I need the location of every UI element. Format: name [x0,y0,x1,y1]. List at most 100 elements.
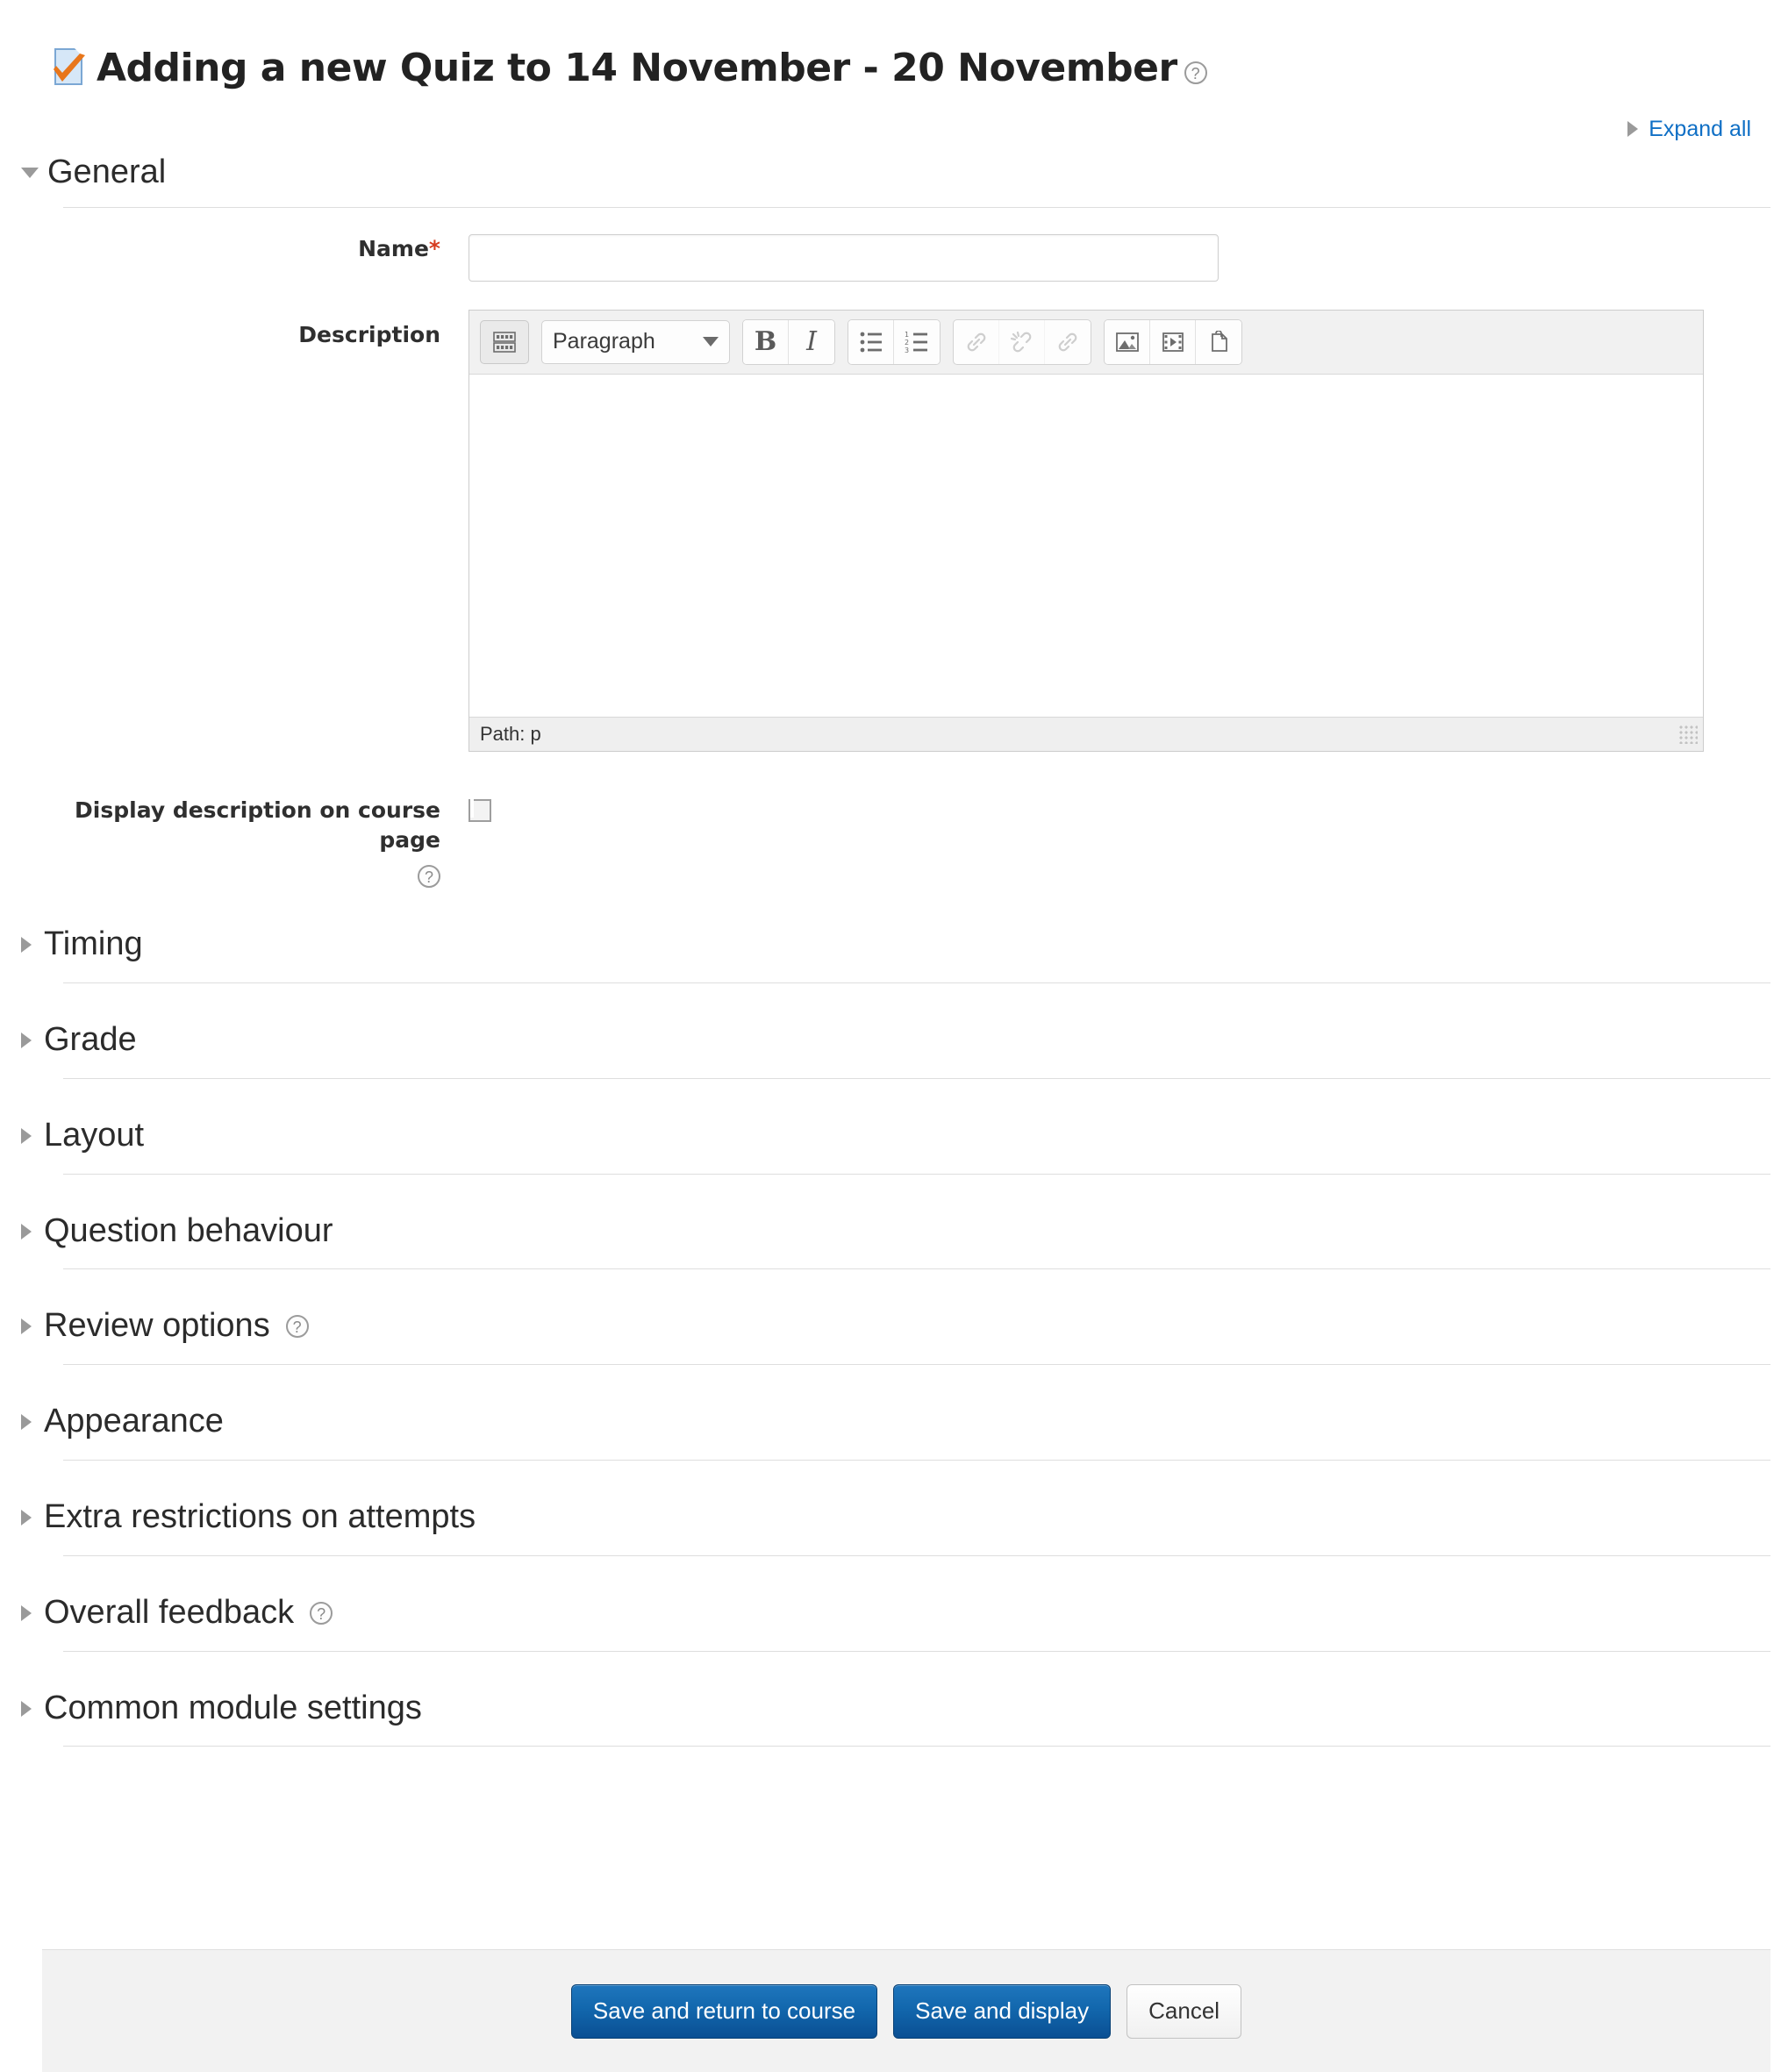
description-editor-textarea[interactable] [469,374,1703,717]
section-layout: Layout [0,1116,1781,1175]
italic-icon[interactable]: I [789,319,834,364]
italic-glyph: I [806,326,817,358]
section-divider [63,1554,1770,1556]
form-row-description: Description Paragraph B I 1 2 3 Path: p [21,309,1781,752]
toolbar-toggle-icon[interactable] [480,319,529,364]
section-header[interactable]: Question behaviour [21,1211,1781,1250]
paragraph-format-value: Paragraph [553,329,655,354]
name-input[interactable] [468,233,1219,282]
section-header[interactable]: Appearance [21,1403,1781,1440]
editor-toolbar: Paragraph B I 1 2 3 [469,310,1703,375]
section-divider [63,1268,1770,1270]
save-and-display-button[interactable]: Save and display [893,1983,1112,2039]
section-divider [63,1173,1770,1175]
expand-all-link[interactable]: Expand all [1649,117,1751,142]
numbered-list-icon[interactable]: 1 2 3 [894,319,940,364]
display-description-label-line2: page [379,826,440,853]
section-common-module-settings: Common module settings [0,1690,1781,1747]
paragraph-format-select[interactable]: Paragraph [541,319,730,364]
section-title: Common module settings [44,1689,422,1726]
display-description-checkbox[interactable] [468,798,491,822]
cancel-button[interactable]: Cancel [1127,1983,1242,2039]
chevron-right-icon[interactable] [21,1318,32,1335]
chevron-right-icon[interactable] [21,1032,32,1048]
unlink-icon[interactable] [999,319,1045,364]
image-icon[interactable] [1105,319,1150,364]
chevron-right-icon[interactable] [21,1223,32,1240]
svg-text:1: 1 [905,331,909,339]
section-general-title: General [47,154,167,190]
svg-text:2: 2 [905,339,909,347]
section-question-behaviour: Question behaviour [0,1211,1781,1270]
section-divider [63,1364,1770,1366]
section-title: Grade [44,1021,137,1059]
page-title-help-icon[interactable]: ? [1184,61,1207,84]
expand-all-row: Expand all [0,116,1781,142]
section-header[interactable]: Layout [21,1116,1781,1154]
chevron-down-icon [703,337,719,347]
section-title: Appearance [44,1403,224,1440]
section-header[interactable]: Common module settings [21,1690,1781,1727]
section-title: Timing [44,925,143,963]
general-form-body: Name* Description Paragraph B I 1 2 3 Pa… [21,208,1781,889]
section-header[interactable]: Grade [21,1021,1781,1059]
svg-text:3: 3 [905,347,909,354]
section-general: General Name* Description Paragraph B I … [0,154,1781,889]
form-actions-footer: Save and return to course Save and displ… [42,1949,1770,2072]
description-editor: Paragraph B I 1 2 3 Path: p [468,309,1704,752]
page-header: Adding a new Quiz to 14 November - 20 No… [0,0,1781,95]
section-header[interactable]: Overall feedback? [21,1594,1781,1632]
toolbar-group-media [1104,318,1242,365]
name-field-wrap [468,233,1781,282]
chevron-right-icon[interactable] [21,1127,32,1144]
section-divider [63,1650,1770,1652]
section-grade: Grade [0,1021,1781,1079]
section-divider [63,1077,1770,1079]
section-title: Review options [44,1307,270,1345]
chevron-right-icon[interactable] [21,1414,32,1431]
anchor-icon[interactable] [1045,319,1091,364]
section-appearance: Appearance [0,1403,1781,1461]
chevron-right-icon[interactable] [21,1700,32,1717]
chevron-right-icon[interactable] [21,1509,32,1525]
section-title: Layout [44,1116,145,1154]
page-title: Adding a new Quiz to 14 November - 20 No… [97,45,1177,90]
bold-icon[interactable]: B [743,319,789,364]
display-description-help-icon[interactable]: ? [418,865,440,889]
chevron-right-icon[interactable] [21,1604,32,1621]
section-header[interactable]: Timing [21,925,1781,963]
name-label: Name* [21,234,468,264]
editor-path-text: Path: p [480,722,541,745]
display-description-label-line1: Display description on course [75,797,440,823]
section-timing: Timing [0,925,1781,984]
chevron-right-icon [1627,121,1639,137]
media-icon[interactable] [1150,319,1196,364]
section-help-icon[interactable]: ? [310,1601,333,1625]
section-help-icon[interactable]: ? [285,1315,309,1339]
toolbar-group-lists: 1 2 3 [848,318,941,365]
link-icon[interactable] [954,319,999,364]
chevron-down-icon[interactable] [21,167,39,178]
form-row-display-description: Display description on course page ? [21,796,1781,889]
section-header[interactable]: Extra restrictions on attempts [21,1498,1781,1536]
collapsed-sections: Timing Grade Layout Question behaviour Revie… [0,925,1781,1747]
section-general-header[interactable]: General [21,154,1781,191]
section-review-options: Review options? [0,1308,1781,1366]
display-description-label: Display description on course page ? [21,796,468,889]
description-field-wrap: Paragraph B I 1 2 3 Path: p [468,309,1781,752]
section-header[interactable]: Review options? [21,1308,1781,1345]
description-label: Description [298,321,440,347]
section-divider [63,982,1770,984]
quiz-icon [51,46,89,89]
bullet-list-icon[interactable] [848,319,894,364]
required-marker: * [428,235,440,261]
chevron-right-icon[interactable] [21,937,32,954]
form-row-name: Name* [21,233,1781,282]
name-label-text: Name [358,235,429,261]
save-and-return-to-course-button[interactable]: Save and return to course [570,1983,878,2039]
display-description-help-wrap: ? [21,865,440,889]
manage-files-icon[interactable] [1196,319,1241,364]
editor-resize-handle[interactable] [1678,724,1698,744]
section-title: Question behaviour [44,1211,333,1249]
section-extra-restrictions-on-attempts: Extra restrictions on attempts [0,1498,1781,1556]
